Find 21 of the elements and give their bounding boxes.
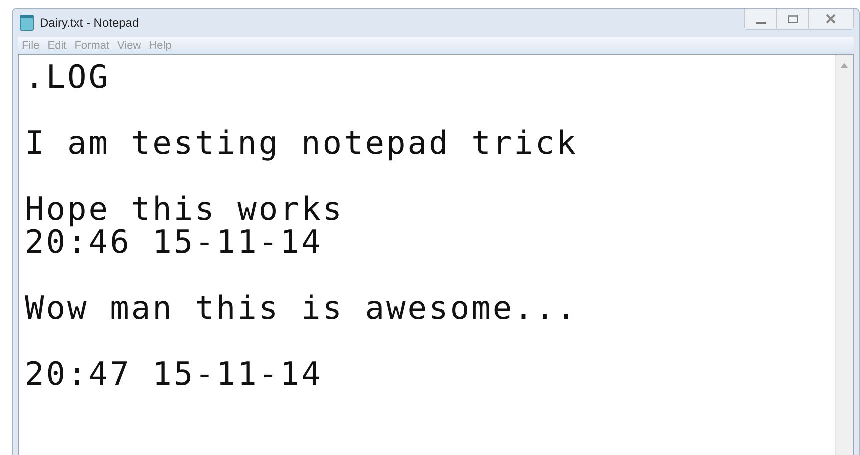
close-icon: [825, 14, 837, 24]
scrollbar[interactable]: [835, 55, 853, 455]
maximize-button[interactable]: [777, 9, 809, 29]
menu-item[interactable]: Format: [74, 40, 110, 52]
minimize-button[interactable]: [745, 9, 777, 29]
up-arrow-icon[interactable]: [841, 63, 848, 68]
text-line: 20:46 15-11-14: [25, 226, 323, 259]
text-line: 20:47 15-11-14: [25, 358, 323, 391]
text-line: Wow man this is awesome...: [25, 292, 578, 325]
text-line: .LOG: [25, 61, 110, 94]
text-line: Hope this works: [25, 193, 344, 226]
notepad-icon: [20, 15, 34, 31]
close-button[interactable]: [809, 9, 853, 29]
text-line: I am testing notepad trick: [25, 127, 578, 160]
menu-item[interactable]: View: [118, 40, 142, 52]
menu-item[interactable]: Edit: [48, 40, 67, 52]
minimize-icon: [756, 22, 766, 24]
window-title: Dairy.txt - Notepad: [40, 16, 140, 30]
maximize-icon: [786, 14, 798, 24]
menu-item[interactable]: Help: [149, 40, 172, 52]
menu-item[interactable]: File: [22, 40, 40, 52]
